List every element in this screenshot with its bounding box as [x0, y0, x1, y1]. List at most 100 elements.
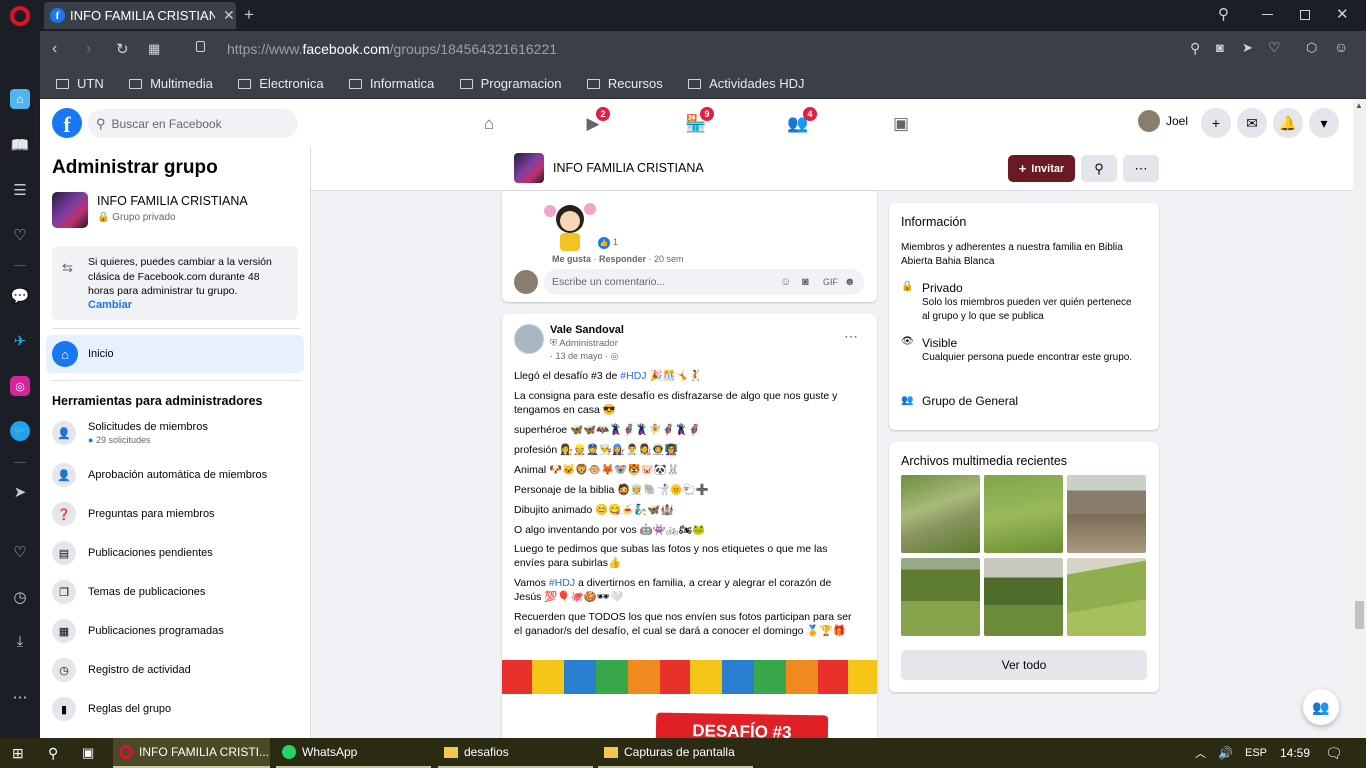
page-search-icon[interactable]: ⚲	[1190, 40, 1200, 57]
post-options-icon[interactable]: ⋯	[844, 328, 858, 345]
emoji-icon[interactable]: ☺	[780, 276, 791, 288]
volume-icon[interactable]: 🔊	[1218, 738, 1233, 768]
hashtag-link[interactable]: #HDJ	[549, 577, 575, 589]
tool-post-topics[interactable]: ❐ Temas de publicaciones	[52, 575, 302, 609]
forward-icon[interactable]: ›	[86, 40, 91, 58]
bookmark-folder[interactable]: Electronica	[238, 76, 324, 91]
comment-input[interactable]: Escribe un comentario... ☺ ◙ GIF ☻	[544, 269, 864, 295]
page-scrollbar[interactable]: ▲	[1353, 99, 1366, 738]
windows-start-icon[interactable]: ⊞	[12, 738, 24, 768]
notification-center-icon[interactable]: 🗨	[1325, 738, 1343, 768]
bookmarks-icon[interactable]: 📖	[10, 135, 30, 155]
bookmark-folder[interactable]: Informatica	[348, 76, 434, 91]
scrollbar-thumb[interactable]	[1355, 601, 1364, 629]
back-icon[interactable]: ‹	[52, 40, 57, 58]
search-input[interactable]: ⚲ Buscar en Facebook	[88, 109, 298, 138]
reaction-like-icon[interactable]: 👍	[598, 237, 610, 249]
extensions-icon[interactable]: ⬡	[1306, 40, 1317, 56]
bookmark-folder[interactable]: Multimedia	[129, 76, 213, 91]
media-thumbnail[interactable]	[984, 558, 1063, 636]
tool-pending-posts[interactable]: ▤ Publicaciones pendientes	[52, 536, 302, 570]
new-message-button[interactable]: 👥	[1303, 689, 1339, 725]
taskbar-item-capturas[interactable]: Capturas de pantalla	[598, 738, 753, 768]
facebook-logo-icon[interactable]: f	[52, 108, 82, 138]
media-thumbnail[interactable]	[901, 475, 980, 553]
speed-dial-icon[interactable]: ⌂	[10, 89, 30, 109]
twitter-icon[interactable]: 🐦	[10, 421, 30, 441]
post-image-lego-banner[interactable]	[502, 660, 877, 694]
language-indicator[interactable]: ESP	[1245, 738, 1267, 768]
taskbar-item-opera[interactable]: INFO FAMILIA CRISTI...	[113, 738, 270, 768]
url-field[interactable]: https://www.facebook.com/groups/18456432…	[227, 41, 557, 57]
new-tab-icon[interactable]: +	[244, 5, 254, 25]
user-profile-icon[interactable]: ☺	[1334, 39, 1348, 55]
author-name[interactable]: Vale Sandoval	[550, 324, 624, 336]
bookmark-folder[interactable]: Actividades HDJ	[688, 76, 805, 91]
gaming-nav-icon[interactable]: ▣	[890, 113, 912, 135]
more-options-icon[interactable]: ⋯	[10, 687, 30, 707]
downloads-icon[interactable]: ⤓	[10, 631, 30, 651]
instagram-icon[interactable]: ◎	[10, 376, 30, 396]
tool-member-requests[interactable]: 👤 Solicitudes de miembros ● 29 solicitud…	[52, 416, 302, 450]
history-icon[interactable]: ◷	[10, 587, 30, 607]
taskbar-item-desafios[interactable]: desafios	[438, 738, 593, 768]
switch-classic-link[interactable]: Cambiar	[88, 299, 132, 311]
media-thumbnail[interactable]	[901, 558, 980, 636]
hashtag-link[interactable]: #HDJ	[620, 370, 646, 382]
media-thumbnail[interactable]	[1067, 558, 1146, 636]
create-plus-button[interactable]: +	[1201, 108, 1231, 138]
reload-icon[interactable]: ↻	[116, 40, 129, 58]
tool-scheduled-posts[interactable]: ▦ Publicaciones programadas	[52, 614, 302, 648]
notifications-bell-button[interactable]: 🔔	[1273, 108, 1303, 138]
media-thumbnail[interactable]	[984, 475, 1063, 553]
browser-tab-active[interactable]: f INFO FAMILIA CRISTIANA | ✕	[44, 2, 236, 29]
windows-search-icon[interactable]: ⚲	[48, 738, 58, 768]
post-date-label[interactable]: 13 de mayo	[556, 351, 603, 361]
tabs-grid-icon[interactable]: ▦	[148, 41, 160, 57]
tool-member-questions[interactable]: ❓ Preguntas para miembros	[52, 497, 302, 531]
send-icon[interactable]: ➤	[1242, 40, 1253, 56]
invite-button[interactable]: + Invitar	[1008, 155, 1075, 182]
taskbar-item-whatsapp[interactable]: WhatsApp	[276, 738, 431, 768]
bookmark-folder[interactable]: Recursos	[586, 76, 663, 91]
opera-logo-icon[interactable]	[10, 6, 30, 26]
sticker-icon[interactable]: ☻	[844, 276, 856, 288]
group-header-name[interactable]: INFO FAMILIA CRISTIANA	[553, 161, 704, 175]
group-more-button[interactable]: ⋯	[1123, 155, 1159, 182]
bookmark-folder[interactable]: Programacion	[459, 76, 562, 91]
favorites-heart-icon[interactable]: ♡	[10, 542, 30, 562]
like-link[interactable]: Me gusta	[552, 254, 591, 264]
see-all-button[interactable]: Ver todo	[901, 650, 1147, 680]
messenger-icon[interactable]: 💬	[10, 286, 30, 306]
author-avatar[interactable]	[514, 324, 544, 354]
group-search-button[interactable]: ⚲	[1081, 155, 1117, 182]
search-tabs-icon[interactable]: ⚲	[1218, 5, 1229, 23]
account-menu-button[interactable]: ▾	[1309, 108, 1339, 138]
pinboard-icon[interactable]: ♡	[10, 225, 30, 245]
snapshot-icon[interactable]: ◙	[1216, 40, 1224, 55]
minimize-icon[interactable]	[1262, 14, 1273, 15]
tool-group-rules[interactable]: ▮ Reglas del grupo	[52, 692, 302, 726]
media-thumbnail[interactable]	[1067, 475, 1146, 553]
group-thumbnail[interactable]	[52, 192, 88, 228]
group-name[interactable]: INFO FAMILIA CRISTIANA	[97, 194, 248, 208]
gif-icon[interactable]: GIF	[823, 277, 838, 287]
close-window-icon[interactable]: ✕	[1336, 5, 1349, 23]
telegram-icon[interactable]: ✈	[10, 331, 30, 351]
user-profile-chip[interactable]: Joel	[1138, 110, 1188, 132]
news-icon[interactable]: ☰	[10, 180, 30, 200]
reply-link[interactable]: Responder	[599, 254, 646, 264]
bookmark-folder[interactable]: UTN	[56, 76, 104, 91]
tab-close-icon[interactable]: ✕	[223, 7, 235, 24]
sidebar-item-home[interactable]: ⌂ Inicio	[46, 335, 304, 373]
flow-send-icon[interactable]: ➤	[10, 482, 30, 502]
restore-icon[interactable]	[1300, 10, 1310, 20]
home-nav-icon[interactable]: ⌂	[478, 113, 500, 135]
clock-time[interactable]: 14:59	[1280, 738, 1310, 768]
messenger-button[interactable]: ✉	[1237, 108, 1267, 138]
camera-icon[interactable]: ◙	[802, 276, 809, 288]
tray-chevron-icon[interactable]: ︿	[1195, 738, 1206, 768]
heart-icon[interactable]: ♡	[1268, 39, 1281, 56]
scroll-up-icon[interactable]: ▲	[1355, 101, 1363, 110]
tool-auto-approval[interactable]: 👤 Aprobación automática de miembros	[52, 458, 302, 492]
